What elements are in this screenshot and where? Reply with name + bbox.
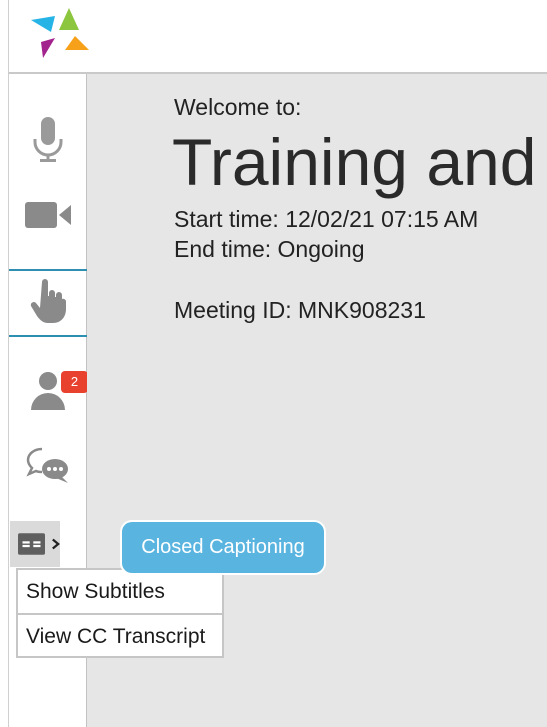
view-cc-transcript-menu-item[interactable]: View CC Transcript [18,613,222,658]
meeting-id: Meeting ID: MNK908231 [174,297,426,323]
camera-button[interactable] [9,185,87,245]
participants-count-badge: 2 [61,371,88,393]
microphone-icon [33,117,63,162]
microphone-button[interactable] [9,110,87,170]
welcome-label: Welcome to: [174,94,302,120]
video-camera-icon [25,202,71,228]
chat-button[interactable] [9,435,87,495]
hand-pointer-icon [30,279,66,323]
chevron-right-icon [52,538,60,550]
start-time: Start time: 12/02/21 07:15 AM [174,206,479,232]
raise-hand-button[interactable] [9,271,87,331]
top-bar [8,0,547,74]
sidebar-divider [9,335,87,337]
cc-dropdown-menu: Show Subtitles View CC Transcript [16,568,224,658]
closed-captioning-button[interactable] [10,521,60,567]
closed-captioning-tooltip: Closed Captioning [120,520,326,575]
show-subtitles-menu-item[interactable]: Show Subtitles [18,570,222,613]
end-time: End time: Ongoing [174,236,365,262]
app-logo-icon [31,8,89,58]
meeting-title: Training and [172,125,537,199]
chat-icon [26,447,68,483]
cc-icon [18,533,45,555]
